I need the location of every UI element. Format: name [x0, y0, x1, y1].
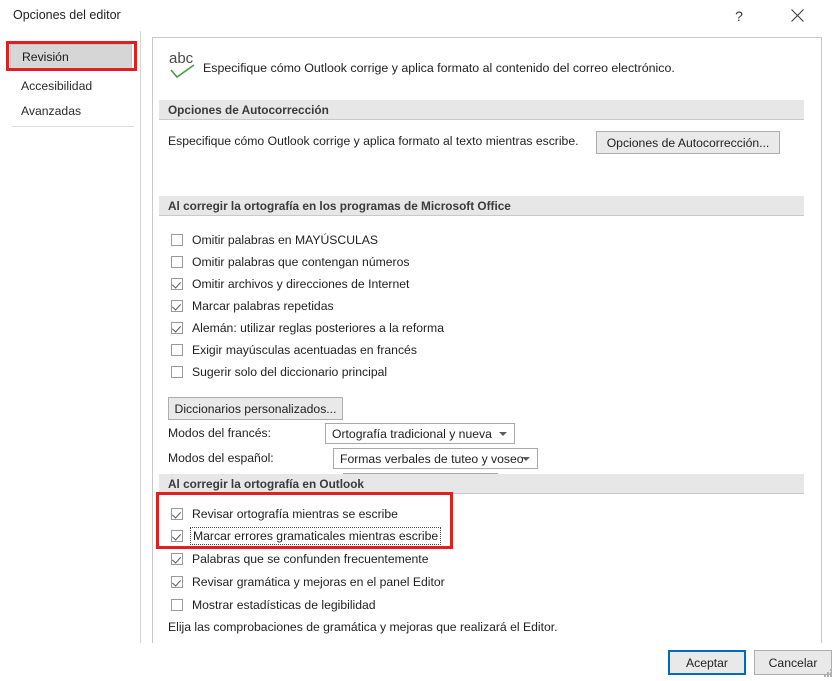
combo-value: Ortografía tradicional y nueva [332, 426, 492, 441]
button-label: Aceptar [685, 655, 728, 670]
checkbox-marcar-errores-gramaticales[interactable] [171, 529, 183, 542]
chevron-down-icon [499, 431, 507, 436]
dialog-title: Opciones del editor [13, 8, 121, 22]
sidebar-nav: Revisión Accesibilidad Avanzadas [0, 31, 141, 643]
checkbox-label: Revisar ortografía mientras se escribe [192, 506, 398, 521]
checkbox-label: Alemán: utilizar reglas posteriores a la… [192, 320, 444, 335]
checkbox-label: Omitir palabras en MAYÚSCULAS [192, 232, 379, 247]
checkbox-row-estadisticas-legibilidad[interactable]: Mostrar estadísticas de legibilidad [171, 595, 376, 614]
sidebar-item-accesibilidad[interactable]: Accesibilidad [10, 73, 132, 98]
section-title: Al corregir la ortografía en Outlook [168, 476, 364, 491]
checkbox-aleman-reglas[interactable] [171, 321, 183, 334]
sidebar-item-label: Accesibilidad [21, 78, 93, 93]
checkbox-omitir-mayusculas[interactable] [171, 233, 183, 246]
checkbox-label: Revisar gramática y mejoras en el panel … [192, 574, 445, 589]
section-header-office: Al corregir la ortografía en los program… [159, 196, 804, 216]
checkbox-row-marcar-repetidas[interactable]: Marcar palabras repetidas [171, 296, 334, 315]
checkbox-omitir-numeros[interactable] [171, 255, 183, 268]
sidebar-item-avanzadas[interactable]: Avanzadas [10, 98, 132, 123]
abc-spellcheck-icon: abc [167, 50, 207, 84]
checkbox-label: Palabras que se confunden frecuentemente [192, 551, 429, 566]
custom-dictionaries-button[interactable]: Diccionarios personalizados... [168, 397, 343, 420]
chevron-down-icon [522, 456, 530, 461]
checkbox-row-palabras-confunden[interactable]: Palabras que se confunden frecuentemente [171, 549, 428, 568]
section-title: Opciones de Autocorrección [168, 102, 329, 117]
combo-modos-espanol[interactable]: Formas verbales de tuteo y voseo [333, 448, 538, 469]
options-content-inner: abc Especifique cómo Outlook corrige y a… [153, 38, 808, 643]
checkbox-label: Sugerir solo del diccionario principal [192, 364, 388, 379]
button-label: Cancelar [768, 655, 818, 670]
checkbox-revisar-gramatica-panel[interactable] [171, 575, 183, 588]
checkbox-label: Mostrar estadísticas de legibilidad [192, 597, 376, 612]
checkbox-row-aleman-reglas[interactable]: Alemán: utilizar reglas posteriores a la… [171, 318, 444, 337]
section-header-autocorrect: Opciones de Autocorrección [159, 100, 804, 120]
section-header-outlook: Al corregir la ortografía en Outlook [159, 474, 804, 494]
dialog-title-bar: Opciones del editor ? [0, 0, 835, 31]
help-icon[interactable]: ? [717, 0, 761, 31]
checkbox-row-revisar-gramatica-panel[interactable]: Revisar gramática y mejoras en el panel … [171, 572, 445, 591]
accept-button[interactable]: Aceptar [668, 650, 746, 675]
combo-value: Formas verbales de tuteo y voseo [340, 451, 524, 466]
dialog-footer: Aceptar Cancelar [0, 643, 835, 681]
checkbox-mayusculas-frances[interactable] [171, 343, 183, 356]
checkbox-label: Marcar palabras repetidas [192, 298, 334, 313]
checkbox-estadisticas-legibilidad[interactable] [171, 598, 183, 611]
checkbox-label: Exigir mayúsculas acentuadas en francés [192, 342, 417, 357]
checkbox-diccionario-principal[interactable] [171, 365, 183, 378]
checkbox-label: Omitir palabras que contengan números [192, 254, 410, 269]
sidebar-item-label: Avanzadas [21, 103, 82, 118]
checkbox-row-omitir-mayusculas[interactable]: Omitir palabras en MAYÚSCULAS [171, 230, 378, 249]
panel-intro-text: Especifique cómo Outlook corrige y aplic… [203, 61, 675, 75]
sidebar-item-revision[interactable]: Revisión [10, 44, 132, 69]
cancel-button[interactable]: Cancelar [754, 650, 832, 675]
button-label: Diccionarios personalizados... [174, 401, 337, 416]
autocorrect-description: Especifique cómo Outlook corrige y aplic… [168, 134, 579, 148]
resize-grip[interactable] [823, 669, 833, 679]
autocorrect-options-button[interactable]: Opciones de Autocorrección... [596, 131, 780, 154]
button-label: Opciones de Autocorrección... [606, 135, 770, 150]
checkbox-row-marcar-errores-gramaticales[interactable]: Marcar errores gramaticales mientras esc… [171, 526, 442, 545]
checkbox-label: Marcar errores gramaticales mientras esc… [189, 526, 442, 545]
close-icon[interactable] [775, 0, 819, 31]
checkbox-row-revisar-ortografia[interactable]: Revisar ortografía mientras se escribe [171, 504, 398, 523]
checkbox-row-diccionario-principal[interactable]: Sugerir solo del diccionario principal [171, 362, 387, 381]
checkbox-omitir-internet[interactable] [171, 277, 183, 290]
editor-note: Elija las comprobaciones de gramática y … [168, 620, 558, 634]
label-modos-espanol: Modos del español: [168, 451, 274, 465]
checkbox-marcar-repetidas[interactable] [171, 299, 183, 312]
section-title: Al corregir la ortografía en los program… [168, 198, 511, 213]
checkbox-label: Omitir archivos y direcciones de Interne… [192, 276, 410, 291]
label-modos-frances: Modos del francés: [168, 426, 271, 440]
checkbox-row-omitir-numeros[interactable]: Omitir palabras que contengan números [171, 252, 409, 271]
sidebar-divider [12, 126, 134, 127]
sidebar-item-label: Revisión [22, 49, 69, 64]
checkbox-row-omitir-internet[interactable]: Omitir archivos y direcciones de Interne… [171, 274, 409, 293]
checkbox-revisar-ortografia[interactable] [171, 507, 183, 520]
options-content-panel: abc Especifique cómo Outlook corrige y a… [152, 37, 822, 644]
combo-modos-frances[interactable]: Ortografía tradicional y nueva [325, 423, 515, 444]
checkbox-palabras-confunden[interactable] [171, 552, 183, 565]
checkbox-row-mayusculas-frances[interactable]: Exigir mayúsculas acentuadas en francés [171, 340, 417, 359]
